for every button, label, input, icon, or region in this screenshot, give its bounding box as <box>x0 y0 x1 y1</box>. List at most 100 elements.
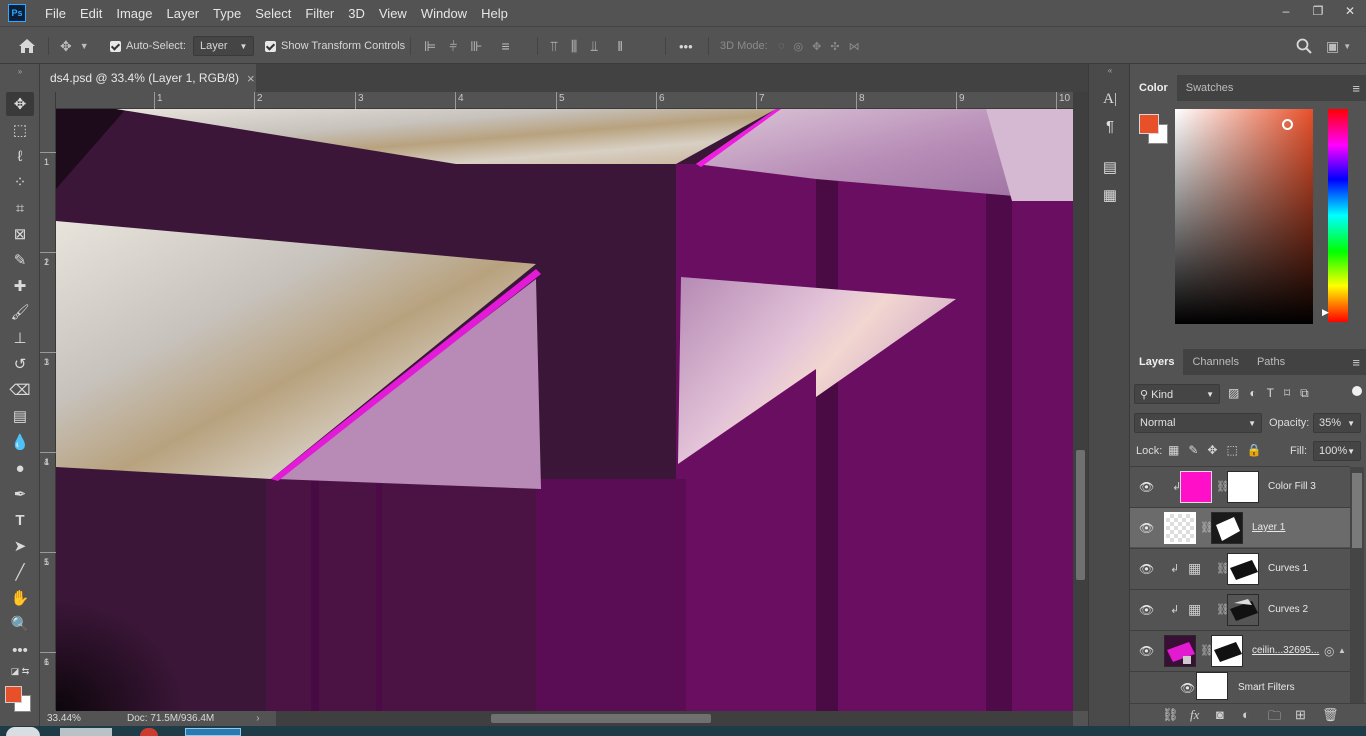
visibility-eye-icon[interactable]: 👁 <box>1139 644 1154 658</box>
hand-tool-icon[interactable]: ✋ <box>6 586 34 610</box>
layer-row[interactable]: 👁 ↲ ▦ ⛓ Curves 1 <box>1130 548 1350 588</box>
3d-slide-icon[interactable]: ✣ <box>830 40 839 53</box>
opacity-field[interactable]: 35% ▼ <box>1313 413 1361 433</box>
zoom-level[interactable]: 33.44% <box>47 713 127 724</box>
layer-mask-thumbnail[interactable] <box>1227 594 1259 626</box>
filter-shape-icon[interactable]: ⌑ <box>1284 386 1290 401</box>
tab-layers[interactable]: Layers <box>1130 349 1184 375</box>
color-panel-menu-icon[interactable]: ≡ <box>1352 81 1360 96</box>
filter-smart-object-icon[interactable]: ⧉ <box>1300 386 1309 401</box>
layer-row[interactable]: 👁 ⛓ ceilin...32695... ◎ ▲ <box>1130 630 1350 670</box>
lock-image-icon[interactable]: ✎ <box>1188 443 1198 457</box>
scroll-thumb[interactable] <box>1076 450 1085 580</box>
layer-name[interactable]: Curves 2 <box>1268 604 1308 615</box>
color-saturation-field[interactable] <box>1175 109 1313 324</box>
filter-type-icon[interactable]: T <box>1267 386 1274 401</box>
curves-adjustment-icon[interactable]: ▦ <box>1188 601 1201 618</box>
show-transform-checkbox[interactable]: Show Transform Controls <box>265 27 405 65</box>
hue-slider-marker[interactable]: ▶ <box>1322 307 1329 318</box>
layer-name[interactable]: Curves 1 <box>1268 563 1308 574</box>
hue-slider[interactable] <box>1328 109 1348 322</box>
foreground-color-swatch[interactable] <box>5 686 22 703</box>
visibility-eye-icon[interactable]: 👁 <box>1139 480 1154 494</box>
lasso-tool-icon[interactable]: ℓ <box>6 144 34 168</box>
pen-tool-icon[interactable]: ✒ <box>6 482 34 506</box>
tab-swatches[interactable]: Swatches <box>1177 75 1243 101</box>
marquee-tool-icon[interactable]: ⬚ <box>6 118 34 142</box>
layer-name[interactable]: ceilin...32695... <box>1252 645 1319 656</box>
3d-orbit-icon[interactable]: ◌ <box>778 40 785 52</box>
collapse-toolbar-icon[interactable]: » <box>6 66 34 76</box>
fill-field[interactable]: 100% ▼ <box>1313 441 1361 461</box>
menu-file[interactable]: File <box>38 6 73 21</box>
path-selection-tool-icon[interactable]: ➤ <box>6 534 34 558</box>
lock-artboard-icon[interactable]: ⬚ <box>1226 443 1237 457</box>
scroll-thumb[interactable] <box>491 714 711 723</box>
visibility-eye-icon[interactable]: 👁 <box>1139 521 1154 535</box>
layer-thumbnail[interactable] <box>1180 471 1212 503</box>
dodge-tool-icon[interactable]: ● <box>6 456 34 480</box>
curves-adjustment-icon[interactable]: ▦ <box>1188 560 1201 577</box>
search-button[interactable] <box>1296 27 1312 65</box>
layer-mask-thumbnail[interactable] <box>1211 635 1243 667</box>
visibility-eye-icon[interactable]: 👁 <box>1139 562 1154 576</box>
color-picker-marker[interactable] <box>1282 119 1293 130</box>
filter-pixel-icon[interactable]: ▨ <box>1228 386 1239 401</box>
filter-adjustment-icon[interactable]: ◐ <box>1249 386 1256 401</box>
align-top-icon[interactable]: ⫪ <box>550 38 558 55</box>
workspace-switcher[interactable]: ▣ ▼ <box>1326 27 1351 65</box>
lock-transparent-icon[interactable]: ▦ <box>1168 443 1179 457</box>
visibility-eye-icon[interactable]: 👁 <box>1180 681 1195 695</box>
history-brush-tool-icon[interactable]: ↺ <box>6 352 34 376</box>
layer-mask-thumbnail[interactable] <box>1211 512 1243 544</box>
expand-panels-icon[interactable]: « <box>1099 65 1121 75</box>
restore-button[interactable]: ❐ <box>1302 0 1334 22</box>
auto-select-target-dropdown[interactable]: Layer ▼ <box>193 27 255 65</box>
taskbar-app-icon[interactable] <box>60 728 112 736</box>
align-left-icon[interactable]: ⊫ <box>424 38 436 55</box>
frame-tool-icon[interactable]: ⊠ <box>6 222 34 246</box>
canvas-horizontal-scrollbar[interactable] <box>276 711 1073 726</box>
canvas-vertical-scrollbar[interactable] <box>1073 92 1088 711</box>
notes-panel-icon[interactable]: ▦ <box>1099 184 1121 206</box>
paragraph-panel-icon[interactable]: ¶ <box>1099 115 1121 137</box>
layer-row[interactable]: 👁 ↲ ▦ ⛓ Curves 2 <box>1130 589 1350 629</box>
menu-view[interactable]: View <box>372 6 414 21</box>
home-button[interactable] <box>18 27 36 65</box>
fx-icon[interactable]: fx <box>1190 707 1199 723</box>
tab-channels[interactable]: Channels <box>1183 349 1247 375</box>
align-right-icon[interactable]: ⊪ <box>470 38 482 55</box>
eyedropper-tool-icon[interactable]: ✎ <box>6 248 34 272</box>
layer-row[interactable]: 👁 Smart Filters <box>1130 671 1350 703</box>
distribute-vertical-icon[interactable]: ‖ <box>617 38 623 54</box>
align-bottom-icon[interactable]: ⫫ <box>590 38 598 55</box>
menu-image[interactable]: Image <box>109 6 159 21</box>
menu-select[interactable]: Select <box>248 6 298 21</box>
crop-tool-icon[interactable]: ⌗ <box>6 196 34 220</box>
layer-name[interactable]: Layer 1 <box>1252 522 1285 533</box>
layer-row[interactable]: 👁 ↲ ⛓ Color Fill 3 <box>1130 466 1350 506</box>
layer-row-selected[interactable]: 👁 ⛓ Layer 1 <box>1130 507 1350 547</box>
gradient-tool-icon[interactable]: ▤ <box>6 404 34 428</box>
healing-brush-tool-icon[interactable]: ✚ <box>6 274 34 298</box>
move-tool-icon[interactable]: ✥ <box>6 92 34 116</box>
close-window-button[interactable]: ✕ <box>1334 0 1366 22</box>
chevron-up-icon[interactable]: ▲ <box>1338 646 1346 655</box>
lock-position-icon[interactable]: ✥ <box>1207 443 1217 457</box>
brush-tool-icon[interactable]: 🖌 <box>6 300 34 324</box>
menu-help[interactable]: Help <box>474 6 515 21</box>
status-menu-icon[interactable]: › <box>256 713 259 724</box>
new-layer-icon[interactable]: ⊞ <box>1295 707 1306 723</box>
smart-object-filter-icon[interactable]: ◎ <box>1324 644 1334 658</box>
layer-mask-thumbnail[interactable] <box>1227 471 1259 503</box>
layer-thumbnail[interactable] <box>1164 512 1196 544</box>
blur-tool-icon[interactable]: 💧 <box>6 430 34 454</box>
type-tool-icon[interactable]: T <box>6 508 34 532</box>
smart-filter-mask-thumbnail[interactable] <box>1196 672 1228 700</box>
clone-stamp-tool-icon[interactable]: ⊥ <box>6 326 34 350</box>
align-middle-icon[interactable]: ⫼ <box>571 38 577 55</box>
blend-mode-dropdown[interactable]: Normal ▼ <box>1134 413 1262 433</box>
layer-name[interactable]: Smart Filters <box>1238 682 1295 693</box>
move-tool-preset[interactable]: ✥ ▼ <box>60 27 89 65</box>
document-tab[interactable]: ds4.psd @ 33.4% (Layer 1, RGB/8) × <box>40 64 256 92</box>
